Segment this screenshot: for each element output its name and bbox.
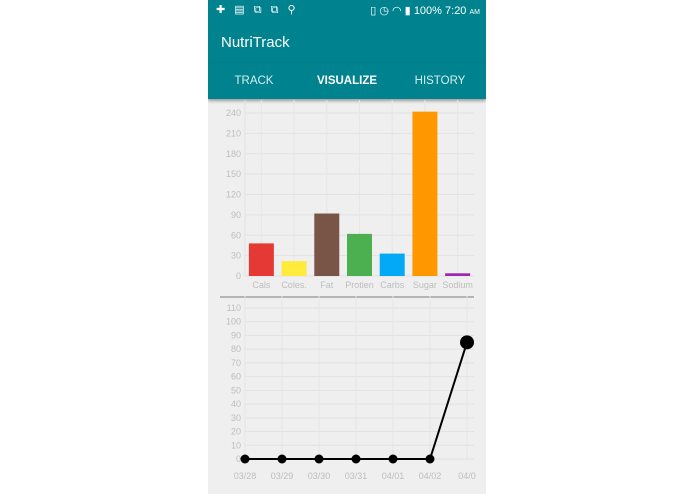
line-y-tick-label: 20	[231, 427, 241, 437]
bar-protien	[347, 233, 372, 276]
line-point	[314, 454, 324, 464]
clock-time: 7:20	[445, 5, 467, 17]
tab-history[interactable]: HISTORY	[394, 63, 486, 99]
line-x-tick-label: 03/28	[234, 471, 257, 481]
tab-bar: TRACK VISUALIZE HISTORY	[208, 63, 486, 99]
line-x-tick-label: 04/0	[458, 471, 476, 481]
line-y-tick-label: 100	[226, 317, 241, 327]
bar-y-tick-label: 120	[226, 190, 241, 200]
line-point	[277, 454, 287, 464]
line-x-tick-label: 03/29	[271, 471, 294, 481]
line-y-tick-label: 60	[231, 372, 241, 382]
app-bar: NutriTrack	[208, 21, 486, 63]
line-y-tick-label: 0	[236, 454, 241, 464]
bar-carbs	[379, 253, 405, 276]
line-y-tick-label: 70	[231, 358, 241, 368]
tab-track[interactable]: TRACK	[208, 63, 300, 99]
line-x-tick-label: 03/31	[345, 471, 368, 481]
system-icons: ▯ ◷ ◠ ▮	[370, 5, 411, 17]
bar-y-tick-label: 150	[226, 169, 241, 179]
line-point	[460, 335, 474, 350]
line-x-tick-label: 03/30	[308, 471, 331, 481]
bar-category-label: Protien	[345, 280, 374, 290]
line-y-tick-label: 110	[227, 303, 241, 313]
bar-y-tick-label: 180	[226, 149, 241, 159]
line-y-tick-label: 10	[231, 440, 241, 450]
app-title: NutriTrack	[221, 34, 290, 51]
bar-y-tick-label: 60	[231, 230, 241, 240]
notification-icons: ✚ ▤ ⧉ ⧉ ⚲	[216, 4, 299, 16]
line-y-tick-label: 90	[231, 330, 241, 340]
bar-category-label: Carbs	[380, 280, 405, 290]
line-point	[240, 454, 250, 464]
status-bar: ✚ ▤ ⧉ ⧉ ⚲ ▯ ◷ ◠ ▮ 100% 7:20 AM	[208, 0, 486, 21]
bar-y-tick-label: 0	[236, 271, 241, 281]
bar-category-label: Cals	[252, 280, 271, 290]
bar-category-label: Sodium	[442, 280, 473, 290]
bar-y-tick-label: 210	[226, 128, 241, 138]
bar-coles	[281, 261, 307, 276]
line-point	[425, 454, 435, 464]
line-point	[388, 454, 398, 464]
bar-cals	[248, 243, 274, 276]
line-y-tick-label: 50	[231, 385, 241, 395]
phone-screen: ✚ ▤ ⧉ ⧉ ⚲ ▯ ◷ ◠ ▮ 100% 7:20 AM NutriTrac…	[208, 0, 486, 494]
bar-category-label: Sugar	[413, 280, 437, 290]
bar-y-tick-label: 30	[231, 251, 241, 261]
line-y-tick-label: 80	[231, 344, 241, 354]
bar-sodium	[445, 273, 471, 276]
battery-level: 100%	[413, 5, 442, 17]
bar-fat	[314, 213, 340, 276]
line-x-tick-label: 04/01	[382, 471, 405, 481]
line-point	[351, 454, 361, 464]
line-y-tick-label: 30	[231, 413, 241, 423]
bar-y-tick-label: 240	[226, 108, 241, 118]
bar-category-label: Fat	[320, 280, 334, 290]
nutrient-bar-chart: 0 30 60 90 120 150 180 210 240 Cals Coles. Fat Proti…	[226, 100, 474, 290]
clock-ampm: AM	[469, 9, 481, 16]
line-y-tick-label: 40	[231, 399, 241, 409]
bar-y-tick-label: 90	[231, 210, 241, 220]
bar-sugar	[412, 111, 438, 276]
tab-visualize[interactable]: VISUALIZE	[301, 63, 393, 99]
history-line-chart: 0 10 20 30 40 50 60 70 80 90 100 110 03/28 03/29 03/30…	[226, 296, 476, 481]
system-status: ▯ ◷ ◠ ▮ 100% 7:20 AM	[370, 4, 480, 17]
line-x-tick-label: 04/02	[419, 471, 442, 481]
bar-category-label: Coles.	[281, 280, 307, 290]
